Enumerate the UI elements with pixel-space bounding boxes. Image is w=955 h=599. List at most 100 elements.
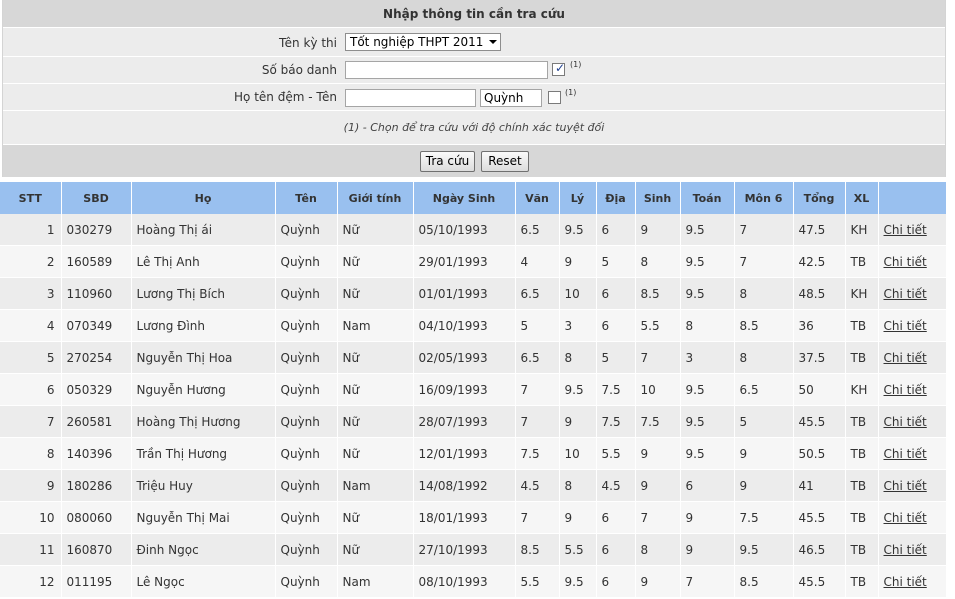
detail-link[interactable]: Chi tiết <box>884 351 927 365</box>
exam-label: Tên kỳ thi <box>279 36 337 50</box>
last-name-cell: Lê Thị Anh <box>131 245 276 278</box>
birthdate-cell: 16/09/1993 <box>413 373 516 406</box>
detail-cell: Chi tiết <box>878 437 947 470</box>
physics-score-cell: 9.5 <box>559 565 597 598</box>
math-score-cell: 9 <box>680 501 735 534</box>
table-row: 12 011195 Lê Ngọc Quỳnh Nam 08/10/1993 5.5 9.5 6… <box>0 565 947 598</box>
biology-score-cell: 8 <box>635 245 681 278</box>
biology-score-cell: 9 <box>635 437 681 470</box>
first-name-cell: Quỳnh <box>275 214 338 246</box>
detail-link[interactable]: Chi tiết <box>884 575 927 589</box>
gender-cell: Nữ <box>337 373 414 406</box>
subject6-score-cell: 5 <box>734 405 794 438</box>
first-name-cell: Quỳnh <box>275 277 338 310</box>
table-row: 6 050329 Nguyễn Hương Quỳnh Nữ 16/09/1993 7 9.5… <box>0 373 947 406</box>
literature-score-cell: 7.5 <box>515 437 560 470</box>
detail-cell: Chi tiết <box>878 469 947 502</box>
birthdate-cell: 01/01/1993 <box>413 277 516 310</box>
column-header: Lý <box>559 182 597 214</box>
biology-score-cell: 7 <box>635 341 681 374</box>
exact-search-note: (1) - Chọn để tra cứu với độ chính xác t… <box>343 121 605 134</box>
total-score-cell: 50 <box>793 373 846 406</box>
total-score-cell: 47.5 <box>793 214 846 246</box>
literature-score-cell: 7 <box>515 373 560 406</box>
table-row: 8 140396 Trần Thị Hương Quỳnh Nữ 12/01/1993 7.… <box>0 437 947 470</box>
search-button[interactable]: Tra cứu <box>420 151 475 172</box>
column-header <box>878 182 947 214</box>
literature-score-cell: 6.5 <box>515 277 560 310</box>
biology-score-cell: 9 <box>635 214 681 246</box>
subject6-score-cell: 7 <box>734 245 794 278</box>
stt-cell: 10 <box>0 501 62 534</box>
detail-link[interactable]: Chi tiết <box>884 511 927 525</box>
table-row: 9 180286 Triệu Huy Quỳnh Nam 14/08/1992 4.5 8 4.… <box>0 469 947 502</box>
detail-cell: Chi tiết <box>878 405 947 438</box>
form-header: Nhập thông tin cần tra cứu <box>3 0 945 28</box>
total-score-cell: 45.5 <box>793 565 846 598</box>
detail-link[interactable]: Chi tiết <box>884 415 927 429</box>
sbd-row: Số báo danh ✓ (1) <box>3 57 945 84</box>
detail-link[interactable]: Chi tiết <box>884 447 927 461</box>
gender-cell: Nam <box>337 309 414 342</box>
birthdate-cell: 29/01/1993 <box>413 245 516 278</box>
rank-cell: TB <box>845 309 879 342</box>
reset-button[interactable]: Reset <box>481 151 529 172</box>
sbd-cell: 110960 <box>61 277 132 310</box>
last-name-cell: Đinh Ngọc <box>131 533 276 566</box>
geography-score-cell: 7.5 <box>596 405 636 438</box>
exam-row: Tên kỳ thi Tốt nghiệp THPT 2011 <box>3 28 945 57</box>
total-score-cell: 36 <box>793 309 846 342</box>
column-header: XL <box>845 182 879 214</box>
detail-link[interactable]: Chi tiết <box>884 319 927 333</box>
first-name-input[interactable] <box>480 89 542 107</box>
literature-score-cell: 6.5 <box>515 214 560 246</box>
results-body: 1 030279 Hoàng Thị ái Quỳnh Nữ 05/10/1993 6.5 9… <box>0 214 947 598</box>
math-score-cell: 9.5 <box>680 245 735 278</box>
detail-link[interactable]: Chi tiết <box>884 479 927 493</box>
subject6-score-cell: 7.5 <box>734 501 794 534</box>
birthdate-cell: 27/10/1993 <box>413 533 516 566</box>
subject6-score-cell: 9.5 <box>734 533 794 566</box>
birthdate-cell: 12/01/1993 <box>413 437 516 470</box>
birthdate-cell: 18/01/1993 <box>413 501 516 534</box>
sbd-cell: 070349 <box>61 309 132 342</box>
geography-score-cell: 7.5 <box>596 373 636 406</box>
last-name-cell: Lê Ngọc <box>131 565 276 598</box>
column-header: Địa <box>596 182 636 214</box>
detail-link[interactable]: Chi tiết <box>884 287 927 301</box>
exam-select[interactable]: Tốt nghiệp THPT 2011 <box>345 33 501 51</box>
detail-link[interactable]: Chi tiết <box>884 543 927 557</box>
stt-cell: 6 <box>0 373 62 406</box>
rank-cell: TB <box>845 501 879 534</box>
physics-score-cell: 5.5 <box>559 533 597 566</box>
biology-score-cell: 9 <box>635 469 681 502</box>
table-header-row: STT SBD Họ Tên Giới tính Ngày Sinh Văn L… <box>0 182 947 214</box>
detail-link[interactable]: Chi tiết <box>884 223 927 237</box>
detail-link[interactable]: Chi tiết <box>884 383 927 397</box>
sbd-exact-checkbox[interactable]: ✓ <box>552 61 565 76</box>
column-header: Họ <box>131 182 276 214</box>
sbd-cell: 080060 <box>61 501 132 534</box>
column-header: STT <box>0 182 62 214</box>
subject6-score-cell: 7 <box>734 214 794 246</box>
middle-name-input[interactable] <box>345 89 476 107</box>
geography-score-cell: 6 <box>596 565 636 598</box>
column-header: SBD <box>61 182 132 214</box>
name-exact-checkbox[interactable] <box>548 91 561 104</box>
sbd-cell: 180286 <box>61 469 132 502</box>
total-score-cell: 37.5 <box>793 341 846 374</box>
last-name-cell: Lương Thị Bích <box>131 277 276 310</box>
gender-cell: Nữ <box>337 341 414 374</box>
sbd-note-marker: (1) <box>570 60 582 69</box>
gender-cell: Nữ <box>337 214 414 246</box>
detail-link[interactable]: Chi tiết <box>884 255 927 269</box>
column-header: Ngày Sinh <box>413 182 516 214</box>
geography-score-cell: 6 <box>596 501 636 534</box>
column-header: Văn <box>515 182 560 214</box>
column-header: Giới tính <box>337 182 414 214</box>
physics-score-cell: 9.5 <box>559 373 597 406</box>
gender-cell: Nam <box>337 565 414 598</box>
table-row: 11 160870 Đinh Ngọc Quỳnh Nữ 27/10/1993 8.5 5.5… <box>0 533 947 566</box>
sbd-input[interactable] <box>345 61 548 79</box>
column-header: Sinh <box>635 182 681 214</box>
